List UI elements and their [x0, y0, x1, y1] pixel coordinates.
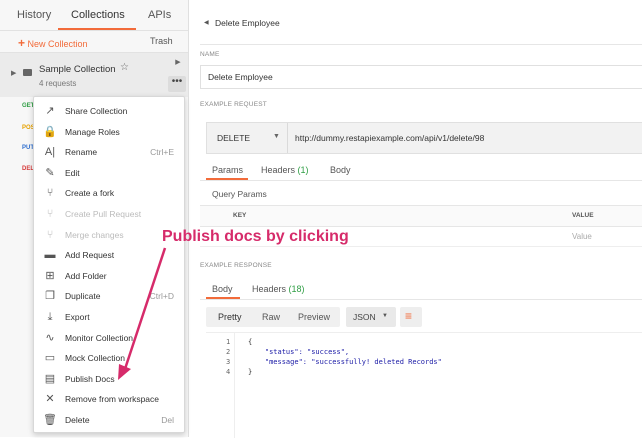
annotation-text: Publish docs by clicking: [162, 228, 349, 245]
annotation-arrow: [118, 247, 167, 380]
